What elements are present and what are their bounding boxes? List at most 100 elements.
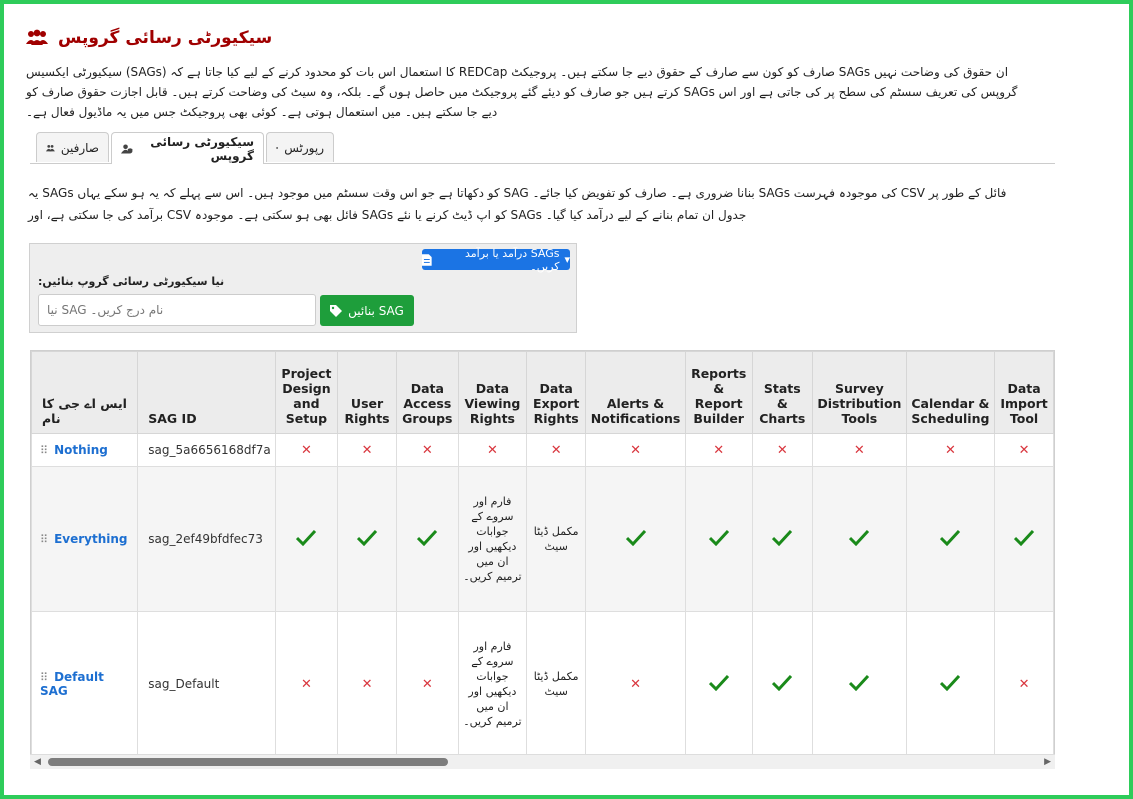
tag-icon [330, 304, 343, 317]
new-sag-label: نیا سیکیورٹی رسائی گروپ بنائیں: [38, 275, 225, 288]
col-user-rights: User Rights [337, 351, 397, 434]
tab-security-access-groups[interactable]: سیکیورٹی رسائی گروپس [111, 132, 264, 164]
denied-icon: ✕ [585, 611, 686, 757]
check-icon [356, 529, 378, 546]
col-data-access-groups: Data Access Groups [395, 351, 459, 434]
col-data-import-tool: Data Import Tool [994, 351, 1054, 434]
check-icon [849, 529, 870, 546]
check-icon [849, 674, 870, 691]
tab-reports[interactable]: رپورٹس [266, 132, 334, 162]
rights-text-cell: مکمل ڈیٹا سیٹ [526, 466, 587, 612]
col-alerts-notifications: Alerts & Notifications [585, 351, 686, 434]
document-icon [276, 146, 278, 149]
intro-text: ان حقوق کی وضاحت نہیں SAGs صارف کو کون س… [26, 65, 1018, 119]
caret-down-icon: ▾ [564, 253, 570, 266]
sag-name-link[interactable]: Everything [54, 532, 127, 546]
allowed-icon [684, 611, 753, 757]
allowed-icon [905, 466, 996, 612]
user-shield-icon [121, 143, 133, 154]
page-title: سیکیورٹی رسائی گروپس [58, 28, 273, 48]
allowed-icon [812, 611, 907, 757]
allowed-icon [751, 466, 814, 612]
col-sag-name[interactable]: ایس اے جی کا نام [31, 351, 139, 434]
denied-icon: ✕ [994, 433, 1054, 467]
drag-handle-icon[interactable]: ⠿ [40, 533, 48, 546]
col-reports: Reports & Report Builder [684, 351, 753, 434]
tab-users[interactable]: صارفین [36, 132, 109, 162]
sag-id-cell: sag_5a6656168df7a [137, 433, 276, 467]
allowed-icon [337, 466, 397, 612]
table-row: ⠿ Default SAG sag_Default ✕ ✕ ✕ فارم اور سروے … [31, 611, 1054, 757]
sag-name-cell: ⠿ Nothing [31, 433, 139, 467]
drag-handle-icon[interactable]: ⠿ [40, 444, 48, 457]
sag-name-link[interactable]: Default SAG [40, 670, 104, 698]
denied-icon: ✕ [274, 433, 339, 467]
import-export-dropdown[interactable]: ▾ SAGs درآمد یا برآمد کریں۔ [422, 246, 570, 273]
col-data-export-rights: Data Export Rights [526, 351, 587, 434]
file-csv-icon [422, 253, 432, 266]
tab-users-label: صارفین [60, 140, 99, 155]
check-icon [625, 529, 646, 546]
check-icon [708, 529, 729, 546]
new-sag-name-input[interactable] [38, 294, 316, 326]
denied-icon: ✕ [274, 611, 339, 757]
rights-text-cell: مکمل ڈیٹا سیٹ [526, 611, 587, 757]
sag-name-cell: ⠿ Default SAG [31, 611, 139, 757]
denied-icon: ✕ [395, 611, 459, 757]
allowed-icon [274, 466, 339, 612]
scrollbar-thumb[interactable] [48, 758, 448, 766]
allowed-icon [994, 466, 1054, 612]
sag-id-cell: sag_Default [137, 611, 276, 757]
create-sag-button[interactable]: SAG بنائیں [320, 295, 414, 326]
col-data-viewing-rights: Data Viewing Rights [457, 351, 528, 434]
allowed-icon [812, 466, 907, 612]
allowed-icon [751, 611, 814, 757]
denied-icon: ✕ [585, 433, 686, 467]
rights-text-cell: فارم اور سروے کے جوابات دیکھیں اور ان می… [457, 466, 528, 612]
col-survey-distribution: Survey Distribution Tools [812, 351, 907, 434]
create-sag-label: SAG بنائیں [348, 303, 404, 318]
allowed-icon [684, 466, 753, 612]
col-calendar-scheduling: Calendar & Scheduling [905, 351, 996, 434]
tab-bar: صارفین سیکیورٹی رسائی گروپس رپورٹس [30, 132, 1055, 164]
allowed-icon [905, 611, 996, 757]
tab-sag-label: سیکیورٹی رسائی گروپس [150, 134, 254, 163]
allowed-icon [585, 466, 686, 612]
check-icon [296, 529, 317, 546]
col-project-design: Project Design and Setup [274, 351, 339, 434]
denied-icon: ✕ [905, 433, 996, 467]
denied-icon: ✕ [812, 433, 907, 467]
sag-table-container: ایس اے جی کا نام SAG ID Project Design a… [30, 350, 1055, 769]
check-icon [940, 529, 961, 546]
scroll-right-icon[interactable]: ▶ [1044, 757, 1051, 767]
check-icon [708, 674, 729, 691]
table-row: ⠿ Everything sag_2ef49bfdfec73 فارم اور سرو… [31, 466, 1054, 612]
allowed-icon [395, 466, 459, 612]
denied-icon: ✕ [994, 611, 1054, 757]
drag-handle-icon[interactable]: ⠿ [40, 671, 48, 684]
check-icon [772, 529, 793, 546]
col-sag-id[interactable]: SAG ID [137, 351, 276, 434]
table-description: فائل کے طور پر CSV کی موجودہ فہرست SAGs … [28, 186, 1007, 222]
users-icon [46, 144, 55, 151]
denied-icon: ✕ [457, 433, 528, 467]
dropdown-label: SAGs درآمد یا برآمد کریں۔ [464, 246, 560, 273]
page-header: سیکیورٹی رسائی گروپس [26, 28, 272, 48]
sag-toolbar: ▾ SAGs درآمد یا برآمد کریں۔ نیا سیکیورٹی… [29, 243, 577, 333]
denied-icon: ✕ [395, 433, 459, 467]
sag-name-link[interactable]: Nothing [54, 443, 108, 457]
col-stats-charts: Stats & Charts [751, 351, 814, 434]
rights-text-cell: فارم اور سروے کے جوابات دیکھیں اور ان می… [457, 611, 528, 757]
denied-icon: ✕ [526, 433, 587, 467]
denied-icon: ✕ [337, 611, 397, 757]
horizontal-scrollbar[interactable]: ◀ ▶ [30, 754, 1055, 769]
denied-icon: ✕ [751, 433, 814, 467]
sag-table: ایس اے جی کا نام SAG ID Project Design a… [31, 351, 1054, 757]
sag-name-cell: ⠿ Everything [31, 466, 139, 612]
check-icon [772, 674, 793, 691]
scroll-left-icon[interactable]: ◀ [34, 757, 41, 767]
table-row: ⠿ Nothing sag_5a6656168df7a ✕ ✕ ✕ ✕ ✕ ✕ ✕ ✕ ✕ ✕ ✕ [31, 433, 1054, 467]
denied-icon: ✕ [684, 433, 753, 467]
check-icon [940, 674, 961, 691]
check-icon [417, 529, 438, 546]
